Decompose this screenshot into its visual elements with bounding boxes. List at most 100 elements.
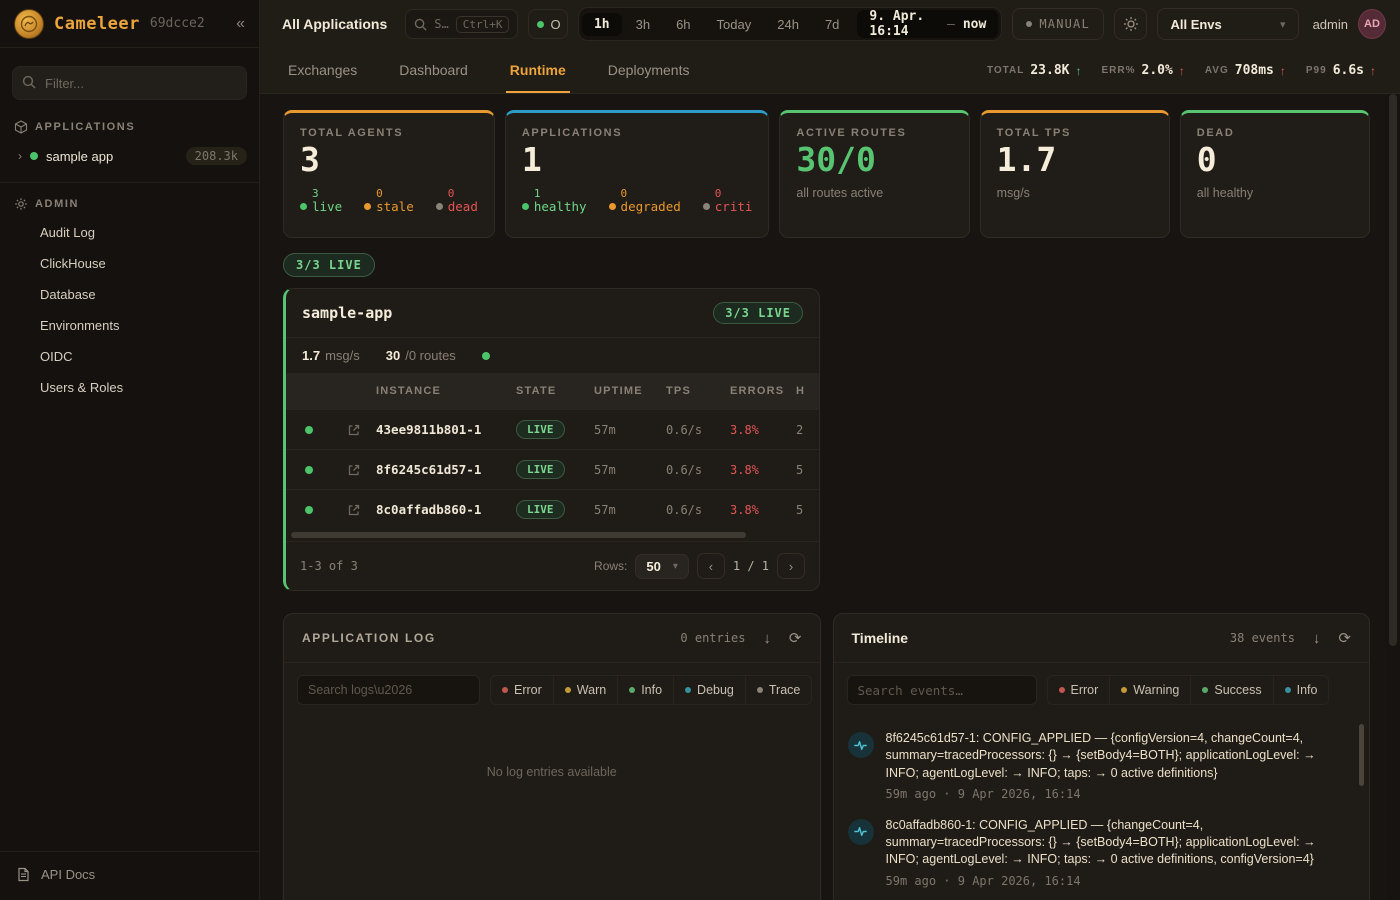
admin-header-label: ADMIN: [35, 198, 79, 210]
next-page-button[interactable]: ›: [777, 553, 805, 579]
filter-warn-button[interactable]: Warn: [554, 675, 618, 705]
routes-unit: /0 routes: [405, 348, 456, 363]
manual-label: MANUAL: [1039, 17, 1090, 31]
stat-word: criti: [715, 200, 753, 214]
brand-name: Cameleer: [54, 14, 140, 34]
external-link-icon[interactable]: [347, 423, 361, 437]
cameleer-logo-icon: [14, 9, 44, 39]
kpi-label: AVG: [1205, 65, 1229, 76]
sidebar-item-api-docs[interactable]: API Docs: [0, 851, 259, 900]
filter-info-button[interactable]: Info: [618, 675, 674, 705]
sidebar-item-database[interactable]: Database: [0, 279, 259, 310]
sidebar-item-users-roles[interactable]: Users & Roles: [0, 372, 259, 403]
filter-debug-button[interactable]: Debug: [674, 675, 746, 705]
manual-mode-button[interactable]: MANUAL: [1012, 8, 1104, 40]
tab-exchanges[interactable]: Exchanges: [284, 48, 361, 93]
log-search-input[interactable]: [297, 675, 480, 705]
sidebar-header: Cameleer 69dcce2 «: [0, 0, 259, 48]
page-scrollbar[interactable]: [1386, 94, 1400, 900]
download-icon[interactable]: ↓: [1313, 630, 1321, 647]
state-badge: LIVE: [516, 420, 565, 439]
tps-value: 0.6/s: [666, 463, 730, 477]
online-status-dot: [537, 21, 544, 28]
app-window: Cameleer 69dcce2 « APPLICATIONS › sample…: [0, 0, 1400, 900]
time-range-group: 1h 3h 6h Today 24h 7d 9. Apr. 16:14 – no…: [578, 7, 1002, 41]
table-header: INSTANCE STATE UPTIME TPS ERRORS H: [286, 373, 819, 409]
stat-word: degraded: [621, 200, 681, 214]
tab-deployments[interactable]: Deployments: [604, 48, 694, 93]
username-label: admin: [1313, 17, 1348, 32]
chevron-right-icon[interactable]: ›: [18, 149, 22, 163]
sidebar-item-sample-app[interactable]: › sample app 208.3k: [0, 140, 259, 172]
table-row[interactable]: 8f6245c61d57-1 LIVE 57m 0.6/s 3.8% 5: [286, 449, 819, 489]
filter-warning-button[interactable]: Warning: [1110, 675, 1191, 705]
filter-success-button[interactable]: Success: [1191, 675, 1273, 705]
range-1h-button[interactable]: 1h: [582, 13, 622, 36]
card-value: 0: [1197, 143, 1353, 178]
filter-error-button[interactable]: Error: [490, 675, 554, 705]
tab-runtime[interactable]: Runtime: [506, 48, 570, 93]
timeline-filters-row: Error Warning Success Info: [834, 663, 1370, 717]
env-label: All Envs: [1170, 17, 1221, 32]
theme-toggle-button[interactable]: [1114, 8, 1148, 40]
state-badge: LIVE: [516, 500, 565, 519]
warn-dot: [565, 687, 571, 693]
timeline-search-input[interactable]: [847, 675, 1037, 705]
sidebar-item-oidc[interactable]: OIDC: [0, 341, 259, 372]
stat-word: healthy: [534, 200, 587, 214]
uptime-value: 57m: [594, 423, 666, 437]
instance-status-dot: [305, 506, 313, 514]
global-search-button[interactable]: S… Ctrl+K: [405, 9, 518, 39]
log-panel-title: APPLICATION LOG: [302, 631, 436, 645]
rows-per-page-select[interactable]: 50 ▾: [635, 554, 689, 579]
environment-select[interactable]: All Envs ▾: [1157, 8, 1298, 40]
app-count-badge: 208.3k: [186, 147, 247, 165]
event-time: 59m ago · 9 Apr 2026, 16:14: [886, 874, 1348, 888]
timeline-scrollbar-thumb[interactable]: [1359, 724, 1364, 786]
range-24h-button[interactable]: 24h: [765, 13, 811, 36]
scrollbar-thumb[interactable]: [291, 532, 746, 538]
horizontal-scrollbar[interactable]: [289, 531, 816, 539]
pagination-range: 1-3 of 3: [300, 559, 358, 573]
sidebar-item-clickhouse[interactable]: ClickHouse: [0, 248, 259, 279]
range-today-button[interactable]: Today: [705, 13, 764, 36]
timeline-panel: Timeline 38 events ↓ ⟳ Error Warning Suc…: [833, 613, 1371, 900]
range-3h-button[interactable]: 3h: [624, 13, 662, 36]
sidebar-item-environments[interactable]: Environments: [0, 310, 259, 341]
timeline-event[interactable]: 8c0affadb860-1: CONFIG_APPLIED — {change…: [834, 804, 1370, 891]
timeline-event[interactable]: 8f6245c61d57-1: CONFIG_APPLIED — {config…: [834, 717, 1370, 804]
filter-error-button[interactable]: Error: [1047, 675, 1111, 705]
table-row[interactable]: 43ee9811b801-1 LIVE 57m 0.6/s 3.8% 2: [286, 409, 819, 449]
avatar[interactable]: AD: [1358, 9, 1386, 39]
filter-input[interactable]: [12, 66, 247, 100]
filter-info-button[interactable]: Info: [1274, 675, 1330, 705]
prev-page-button[interactable]: ‹: [697, 553, 725, 579]
card-value: 3: [300, 143, 478, 178]
download-icon[interactable]: ↓: [763, 630, 771, 647]
table-row[interactable]: 8c0affadb860-1 LIVE 57m 0.6/s 3.8% 5: [286, 489, 819, 529]
range-7d-button[interactable]: 7d: [813, 13, 851, 36]
log-filters-row: Error Warn Info Debug Trace: [284, 663, 820, 717]
date-range-pill[interactable]: 9. Apr. 16:14 – now: [857, 10, 998, 38]
stat-word: dead: [448, 200, 478, 214]
sidebar-item-audit-log[interactable]: Audit Log: [0, 217, 259, 248]
tab-dashboard[interactable]: Dashboard: [395, 48, 472, 93]
external-link-icon[interactable]: [347, 503, 361, 517]
timeline-event[interactable]: 43ee9811b801-1: CONFIG_APPLIED — {change…: [834, 891, 1370, 900]
refresh-icon[interactable]: ⟳: [1338, 629, 1351, 647]
search-icon: [414, 18, 427, 31]
refresh-icon[interactable]: ⟳: [789, 629, 802, 647]
table-footer: 1-3 of 3 Rows: 50 ▾ ‹ 1 / 1 ›: [286, 541, 819, 590]
sidebar-collapse-icon[interactable]: «: [236, 15, 245, 33]
debug-dot: [685, 687, 691, 693]
page-scrollbar-thumb[interactable]: [1389, 94, 1397, 646]
external-link-icon[interactable]: [347, 463, 361, 477]
online-toggle[interactable]: O: [528, 9, 567, 39]
rate-value: 1.7: [302, 348, 320, 363]
filter-label: Success: [1214, 683, 1261, 697]
kpi-total: TOTAL 23.8K ↑: [987, 63, 1082, 78]
card-active-routes: ACTIVE ROUTES 30/0 all routes active: [779, 110, 969, 238]
clipped-value: 2: [796, 423, 819, 437]
filter-trace-button[interactable]: Trace: [746, 675, 813, 705]
range-6h-button[interactable]: 6h: [664, 13, 702, 36]
